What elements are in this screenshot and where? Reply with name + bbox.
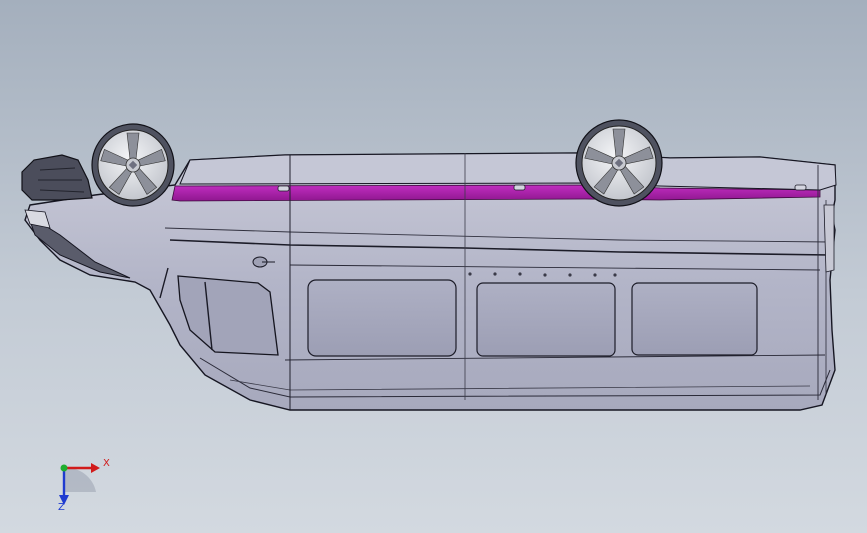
side-window-3[interactable]: [631, 282, 758, 356]
rear-wheel[interactable]: [575, 119, 663, 207]
van-model[interactable]: [0, 0, 867, 533]
coordinate-triad[interactable]: [59, 463, 100, 505]
side-window-2[interactable]: [476, 282, 616, 357]
side-window-1[interactable]: [307, 279, 457, 357]
rear-light-strip: [823, 204, 835, 273]
x-axis-label: X: [103, 458, 110, 469]
front-bumper[interactable]: [21, 154, 93, 201]
y-axis-dot: [60, 464, 68, 472]
front-wheel[interactable]: [91, 123, 175, 207]
side-windows[interactable]: [307, 279, 758, 357]
z-axis-label: Z: [58, 502, 65, 513]
graphics-viewport[interactable]: X Z: [0, 0, 867, 533]
x-axis-arrowhead: [91, 463, 100, 473]
